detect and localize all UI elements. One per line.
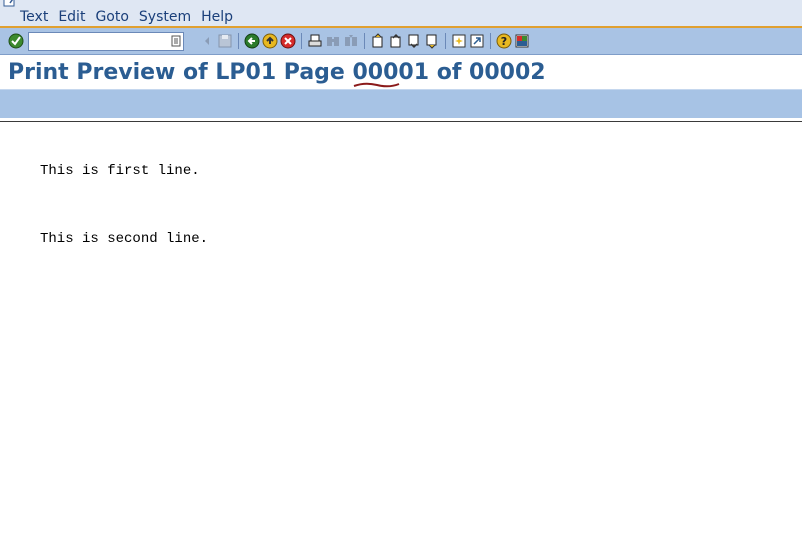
spellcheck-underline	[353, 82, 400, 88]
menu-edit[interactable]: Edit	[58, 9, 90, 25]
print-preview-content: This is first line. This is second line.	[40, 131, 208, 283]
command-field[interactable]	[28, 31, 184, 52]
content-divider	[0, 121, 802, 122]
enter-icon[interactable]	[7, 32, 25, 50]
title-bar: Print Preview of LP01 Page 00001 of 0000…	[0, 56, 802, 89]
create-session-icon[interactable]	[450, 32, 468, 50]
command-input[interactable]	[29, 36, 169, 52]
toolbar-separator	[301, 33, 302, 49]
toolbar-separator	[445, 33, 446, 49]
preview-line-2: This is second line.	[40, 231, 209, 247]
previous-page-icon[interactable]	[387, 32, 405, 50]
toolbar-separator	[238, 33, 239, 49]
menu-text[interactable]: Text	[20, 9, 53, 25]
application-toolbar	[0, 89, 802, 118]
page-title: Print Preview of LP01 Page 00001 of 0000…	[8, 60, 546, 85]
save-icon[interactable]	[216, 32, 234, 50]
app-menu-icon[interactable]	[2, 0, 18, 8]
help-icon[interactable]: ?	[495, 32, 513, 50]
layout-icon[interactable]	[513, 32, 531, 50]
toolbar-separator	[490, 33, 491, 49]
cancel-icon[interactable]	[279, 32, 297, 50]
shortcut-icon[interactable]	[468, 32, 486, 50]
menu-bar: Text Edit Goto System Help	[0, 0, 802, 28]
print-icon[interactable]	[306, 32, 324, 50]
find-icon[interactable]	[324, 32, 342, 50]
menu-help[interactable]: Help	[201, 9, 238, 25]
preview-line-1: This is first line.	[40, 163, 200, 179]
svg-text:?: ?	[501, 35, 507, 48]
command-history-icon[interactable]	[171, 35, 181, 47]
toolbar-separator	[364, 33, 365, 49]
back-icon[interactable]	[243, 32, 261, 50]
last-page-icon[interactable]	[423, 32, 441, 50]
next-page-icon[interactable]	[405, 32, 423, 50]
find-next-icon[interactable]	[342, 32, 360, 50]
menu-goto[interactable]: Goto	[95, 9, 133, 25]
first-page-icon[interactable]	[369, 32, 387, 50]
standard-toolbar: ?	[0, 28, 802, 55]
exit-icon[interactable]	[261, 32, 279, 50]
menu-system[interactable]: System	[139, 9, 196, 25]
command-expand-icon[interactable]	[198, 32, 216, 50]
